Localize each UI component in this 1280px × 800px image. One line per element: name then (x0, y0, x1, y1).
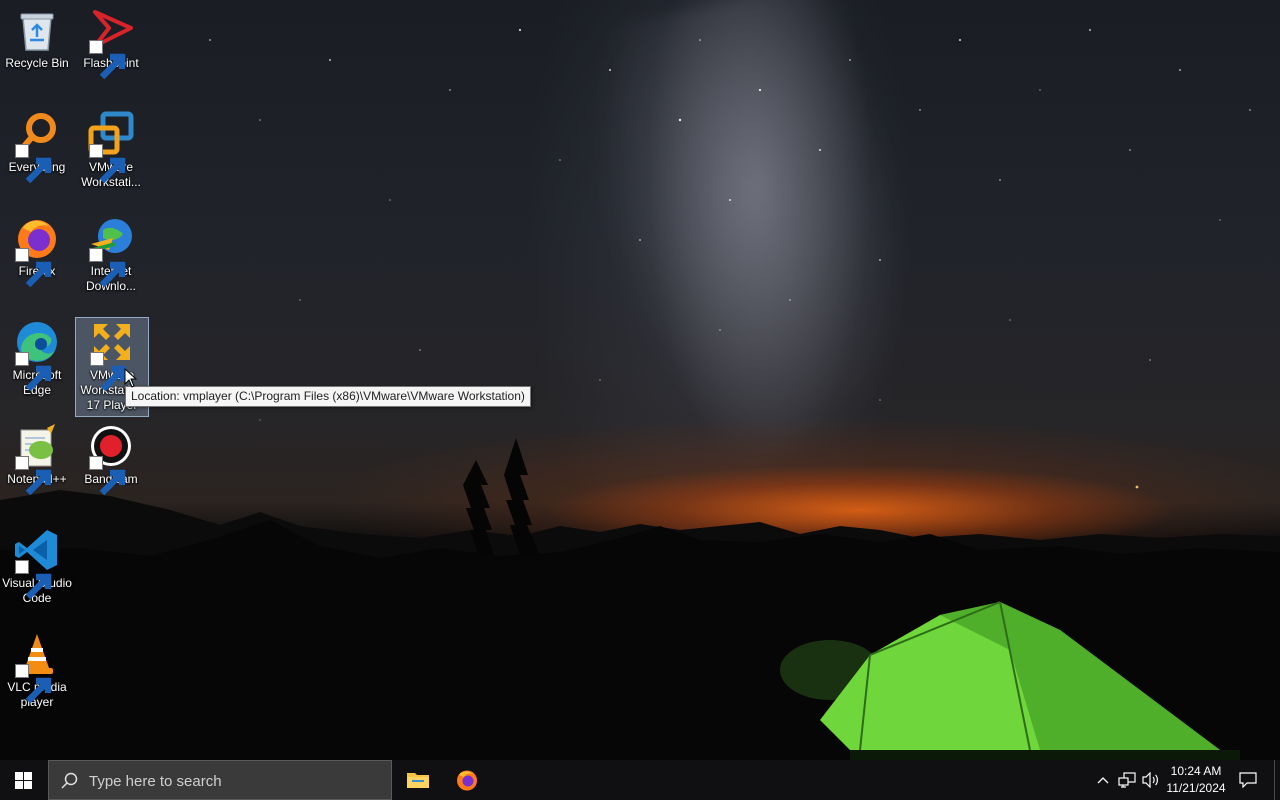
firefox-shortcut[interactable]: Firefox (0, 208, 74, 288)
network-icon[interactable] (1118, 772, 1136, 788)
everything-search-icon (13, 110, 61, 184)
clock-time: 10:24 AM (1170, 764, 1222, 778)
desktop-wallpaper (0, 0, 1280, 760)
taskbar: Type here to search 10:24 AM 11/21/2024 (0, 760, 1280, 800)
idm-globe-icon (87, 214, 135, 288)
search-icon (61, 772, 78, 789)
vmware-player-icon (88, 318, 136, 392)
shortcut-arrow-icon (90, 352, 127, 392)
show-desktop-button[interactable] (1274, 760, 1280, 800)
notepadpp-shortcut[interactable]: Notepad++ (0, 416, 74, 496)
recycle-bin-shortcut[interactable]: Recycle Bin (0, 0, 74, 76)
shortcut-arrow-icon (15, 664, 52, 704)
vmware-workstation-shortcut[interactable]: VMware Workstati... (74, 104, 148, 194)
mountain-silhouette (0, 438, 1280, 760)
shortcut-arrow-icon (15, 248, 52, 288)
firefox-icon (457, 770, 477, 791)
start-button[interactable] (0, 760, 48, 800)
recycle-bin-label: Recycle Bin (5, 56, 69, 70)
flashpoint-icon (87, 6, 135, 80)
vmware-workstation-icon (87, 110, 135, 184)
location-tooltip: Location: vmplayer (C:\Program Files (x8… (125, 386, 531, 407)
shortcut-arrow-icon (15, 560, 52, 600)
vscode-icon (13, 526, 61, 600)
chevron-up-icon[interactable] (1097, 776, 1109, 784)
taskbar-file-explorer[interactable] (394, 760, 442, 800)
shortcut-arrow-icon (89, 248, 126, 288)
action-center-button[interactable] (1234, 760, 1264, 800)
internet-download-manager-shortcut[interactable]: Internet Downlo... (74, 208, 148, 298)
taskbar-firefox[interactable] (443, 760, 491, 800)
firefox-icon (13, 214, 61, 288)
vlc-shortcut[interactable]: VLC media player (0, 624, 74, 714)
notepadpp-icon (13, 422, 61, 496)
vlc-cone-icon (13, 630, 61, 704)
microsoft-edge-shortcut[interactable]: Microsoft Edge (0, 312, 74, 402)
shortcut-arrow-icon (89, 144, 126, 184)
mouse-pointer-icon (124, 368, 138, 388)
recycle-bin-icon (13, 6, 61, 54)
shortcut-arrow-icon (89, 40, 126, 80)
shortcut-arrow-icon (15, 144, 52, 184)
shortcut-arrow-icon (89, 456, 126, 496)
shortcut-arrow-icon (15, 352, 52, 392)
windows-logo-icon (15, 772, 32, 789)
everything-shortcut[interactable]: Everything (0, 104, 74, 184)
bandicam-record-icon (87, 422, 135, 496)
vscode-shortcut[interactable]: Visual Studio Code (0, 520, 74, 610)
bandicam-shortcut[interactable]: Bandicam (74, 416, 148, 496)
file-explorer-icon (407, 773, 429, 788)
taskbar-search-box[interactable]: Type here to search (48, 760, 392, 800)
taskbar-clock[interactable]: 10:24 AM 11/21/2024 (1158, 763, 1234, 797)
search-placeholder: Type here to search (89, 773, 222, 790)
edge-icon (13, 318, 61, 392)
clock-date: 11/21/2024 (1166, 781, 1226, 795)
shortcut-arrow-icon (15, 456, 52, 496)
notification-icon (1239, 772, 1257, 788)
flashpoint-shortcut[interactable]: Flashpoint (74, 0, 148, 80)
